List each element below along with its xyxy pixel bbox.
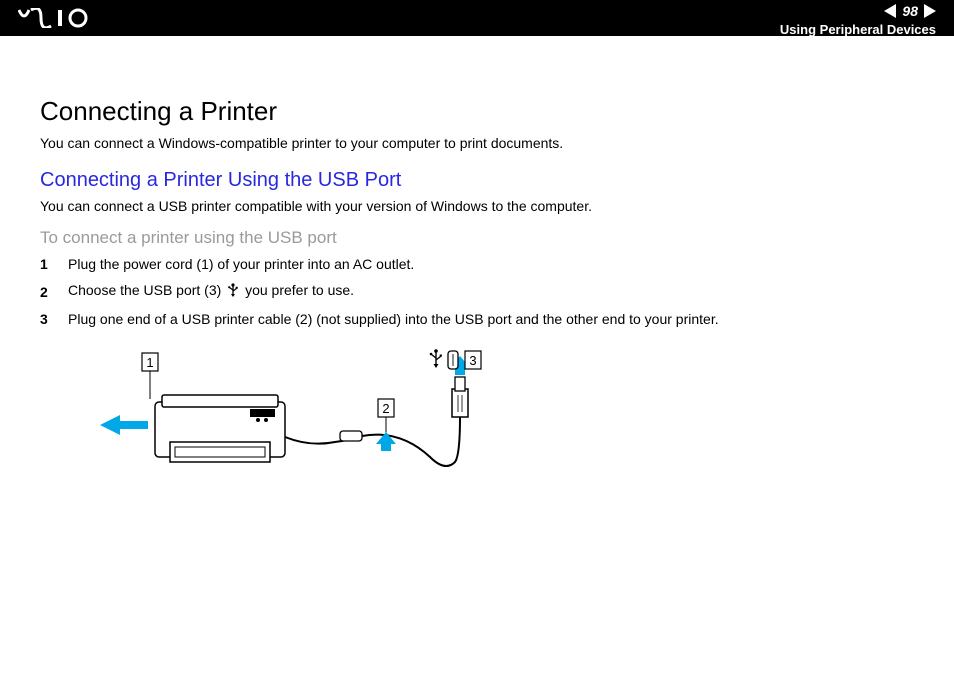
- subsection-intro: You can connect a USB printer compatible…: [40, 198, 914, 214]
- callout-1: 1: [146, 355, 153, 370]
- usb-plug-illustration: [452, 377, 468, 417]
- printer-illustration: [155, 395, 285, 462]
- next-page-button[interactable]: [924, 4, 936, 18]
- intro-text: You can connect a Windows-compatible pri…: [40, 135, 914, 151]
- subsection-title: Connecting a Printer Using the USB Port: [40, 169, 914, 192]
- usb-icon: [227, 282, 239, 301]
- vaio-logo: [18, 8, 118, 28]
- prev-page-button[interactable]: [884, 4, 896, 18]
- callout-2: 2: [382, 401, 389, 416]
- step-2: Choose the USB port (3) you prefer to us…: [40, 282, 914, 301]
- step-2-text: Choose the USB port (3) you prefer to us…: [68, 282, 354, 301]
- page-content: Connecting a Printer You can connect a W…: [0, 36, 954, 512]
- step-1: Plug the power cord (1) of your printer …: [40, 256, 914, 272]
- page-nav: 98: [884, 3, 936, 19]
- step-3-text: Plug one end of a USB printer cable (2) …: [68, 311, 719, 327]
- callout-3: 3: [469, 353, 476, 368]
- step-2-text-b: you prefer to use.: [245, 282, 354, 298]
- step-1-text: Plug the power cord (1) of your printer …: [68, 256, 414, 272]
- page-title: Connecting a Printer: [40, 96, 914, 127]
- connection-diagram: 1 2: [100, 347, 914, 512]
- page-number: 98: [902, 3, 918, 19]
- usb-symbol-icon: [430, 349, 442, 368]
- step-list: Plug the power cord (1) of your printer …: [40, 256, 914, 327]
- step-2-text-a: Choose the USB port (3): [68, 282, 221, 298]
- section-title: Using Peripheral Devices: [780, 22, 936, 37]
- step-3: Plug one end of a USB printer cable (2) …: [40, 311, 914, 327]
- procedure-title: To connect a printer using the USB port: [40, 228, 914, 248]
- header-bar: 98 Using Peripheral Devices: [0, 0, 954, 36]
